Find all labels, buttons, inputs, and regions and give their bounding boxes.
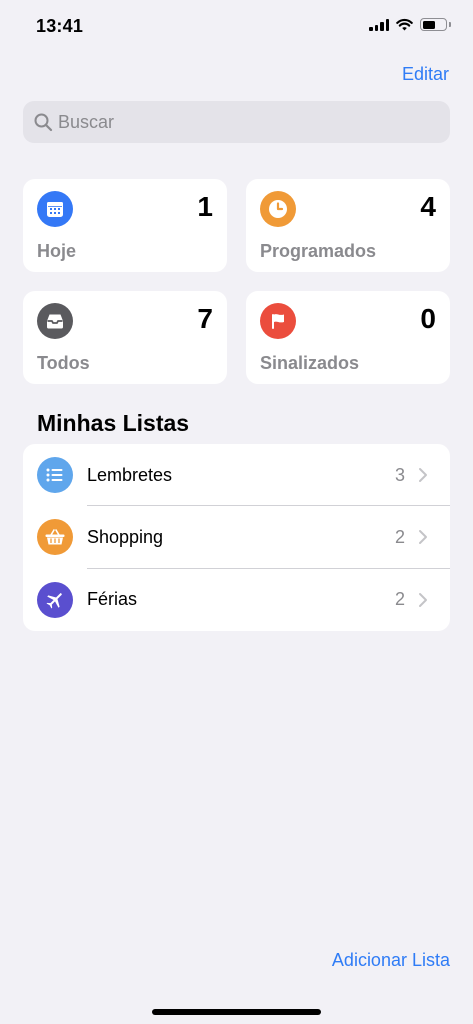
wifi-icon — [396, 18, 413, 31]
home-indicator — [152, 1009, 321, 1015]
add-list-button[interactable]: Adicionar Lista — [332, 950, 450, 971]
smart-list-all[interactable]: 7 Todos — [23, 291, 227, 384]
status-icons — [369, 18, 451, 31]
list-item-ferias[interactable]: Férias 2 — [23, 569, 450, 631]
chevron-right-icon — [419, 592, 427, 607]
clock-icon — [260, 191, 296, 227]
search-placeholder: Buscar — [58, 111, 115, 132]
all-label: Todos — [37, 353, 90, 373]
today-label: Hoje — [37, 241, 77, 261]
list-count: 2 — [394, 589, 405, 610]
airplane-icon — [37, 581, 73, 618]
status-bar: 13:41 — [0, 0, 473, 54]
my-lists-card: Lembretes 3 Shopping 2 Férias 2 — [23, 444, 450, 631]
status-time: 13:41 — [36, 16, 84, 36]
flag-icon — [260, 303, 296, 339]
list-count: 3 — [394, 464, 405, 485]
flagged-label: Sinalizados — [260, 353, 360, 373]
smart-list-flagged[interactable]: 0 Sinalizados — [246, 291, 450, 384]
list-item-shopping[interactable]: Shopping 2 — [23, 506, 450, 569]
battery-cap — [449, 22, 451, 27]
scheduled-count: 4 — [420, 191, 436, 222]
scheduled-label: Programados — [260, 241, 377, 261]
all-count: 7 — [197, 303, 213, 334]
smart-list-today[interactable]: 1 Hoje — [23, 179, 227, 272]
list-name: Férias — [87, 589, 138, 610]
search-input[interactable]: Buscar — [23, 101, 450, 143]
list-count: 2 — [394, 526, 405, 547]
list-bullet-icon — [37, 457, 73, 494]
edit-button[interactable]: Editar — [402, 64, 449, 85]
today-count: 1 — [197, 191, 213, 222]
list-name: Shopping — [87, 526, 164, 547]
my-lists-title: Minhas Listas — [37, 410, 190, 436]
calendar-icon — [37, 191, 73, 227]
chevron-right-icon — [419, 468, 427, 483]
search-icon — [34, 113, 53, 132]
cellular-signal-icon — [369, 18, 389, 31]
chevron-right-icon — [419, 530, 427, 545]
list-name: Lembretes — [87, 464, 173, 485]
battery-icon — [420, 18, 447, 31]
basket-icon — [37, 519, 73, 556]
list-item-lembretes[interactable]: Lembretes 3 — [23, 444, 450, 507]
tray-icon — [37, 303, 73, 339]
flagged-count: 0 — [420, 303, 436, 334]
smart-list-scheduled[interactable]: 4 Programados — [246, 179, 450, 272]
